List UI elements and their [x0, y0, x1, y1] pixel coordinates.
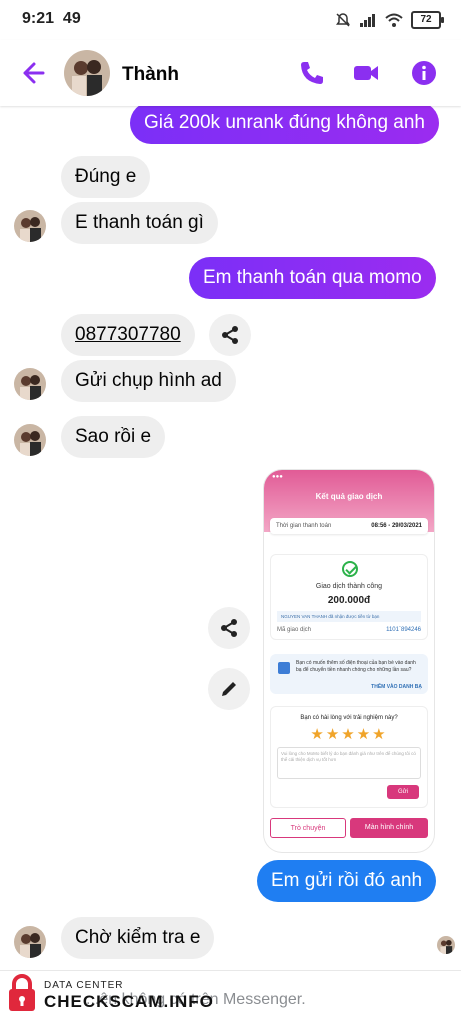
txn-label: Mã giao dịch: [277, 627, 312, 633]
share-icon: [221, 619, 237, 637]
receipt-receiver-note: NGUYEN VAN THANH đã nhận được tiền từ bạ…: [277, 611, 421, 622]
message-phone-link[interactable]: 0877307780: [61, 314, 195, 356]
pencil-icon: [222, 682, 236, 696]
share-button[interactable]: [209, 314, 251, 356]
success-check-icon: [342, 561, 358, 577]
message-incoming[interactable]: Sao rồi e: [61, 416, 166, 458]
receipt-title: Kết quả giao dịch: [315, 492, 383, 501]
receipt-time-value: 08:56 - 29/03/2021: [371, 523, 422, 529]
feedback-send-button: Gửi: [387, 785, 419, 799]
message-outgoing[interactable]: Giá 200k unrank đúng không anh: [130, 106, 439, 144]
share-button[interactable]: [208, 607, 250, 649]
sender-avatar: [14, 210, 46, 242]
message-incoming[interactable]: Gửi chụp hình ad: [61, 360, 236, 402]
rating-question: Bạn có hài lòng với trải nghiệm này?: [300, 715, 398, 721]
status-time: 9:21 49: [22, 10, 81, 27]
receipt-rating-card: Bạn có hài lòng với trải nghiệm này? ★★★…: [270, 706, 428, 808]
sender-avatar: [14, 368, 46, 400]
watermark-line2: CHECKSCAM.INFO: [44, 992, 214, 1011]
message-incoming[interactable]: E thanh toán gì: [61, 202, 218, 244]
share-icon: [222, 326, 238, 344]
edit-button[interactable]: [208, 668, 250, 710]
back-arrow-icon[interactable]: [18, 59, 46, 87]
info-icon[interactable]: [410, 59, 438, 87]
message-incoming[interactable]: Chờ kiểm tra e: [61, 917, 215, 959]
sender-avatar: [14, 926, 46, 958]
receipt-status-card: Giao dịch thành công 200.000đ NGUYEN VAN…: [270, 554, 428, 640]
watermark: DATA CENTER CHECKSCAM.INFO: [4, 966, 213, 1016]
receipt-save-contact-card: Bạn có muốn thêm số điện thoại của bạn b…: [270, 654, 428, 694]
txn-value: 1101`894246: [386, 627, 421, 633]
receipt-time-card: Thời gian thanh toán 08:56 - 29/03/2021: [270, 518, 428, 534]
message-outgoing[interactable]: Em thanh toán qua momo: [189, 257, 436, 299]
phone-call-icon[interactable]: [298, 59, 326, 87]
signal-icon: [360, 14, 375, 27]
sender-avatar: [14, 424, 46, 456]
save-contact-prompt: Bạn có muốn thêm số điện thoại của bạn b…: [296, 660, 416, 673]
receipt-status: Giao dịch thành công: [315, 583, 383, 590]
message-list[interactable]: Giá 200k unrank đúng không anh Đúng e E …: [0, 106, 461, 970]
payment-receipt-image[interactable]: ●●● Kết quả giao dịch Thời gian thanh to…: [264, 470, 434, 852]
mute-bell-icon: [336, 13, 350, 27]
battery-icon: 72: [411, 11, 444, 29]
message-outgoing[interactable]: Em gửi rồi đó anh: [257, 860, 437, 902]
contact-avatar[interactable]: [64, 50, 110, 96]
receipt-time-label: Thời gian thanh toán: [276, 523, 332, 529]
status-bar: 9:21 49 72: [0, 0, 461, 40]
rating-stars: ★★★★★: [310, 726, 388, 743]
lock-icon: [9, 974, 35, 1011]
save-contact-link: THÊM VÀO DANH BẠ: [371, 684, 422, 690]
watermark-line1: DATA CENTER: [44, 980, 124, 991]
feedback-placeholder: Vui lòng cho MoMo biết lý do bạn đánh gi…: [277, 747, 421, 779]
chat-header: Thành: [0, 40, 461, 106]
wifi-icon: [385, 13, 403, 27]
seen-receipt-avatar: [437, 936, 455, 954]
contact-name[interactable]: Thành: [122, 64, 179, 86]
contact-book-icon: [278, 662, 290, 674]
notification-count: 49: [62, 10, 81, 27]
receipt-chat-button: Trò chuyện: [270, 818, 346, 838]
video-call-icon[interactable]: [352, 59, 380, 87]
message-incoming[interactable]: Đúng e: [61, 156, 151, 198]
receipt-statusbar: ●●●: [272, 474, 283, 480]
receipt-transaction-row: Mã giao dịch 1101`894246: [277, 627, 421, 633]
receipt-home-button: Màn hình chính: [350, 818, 428, 838]
receipt-amount: 200.000đ: [327, 595, 371, 606]
